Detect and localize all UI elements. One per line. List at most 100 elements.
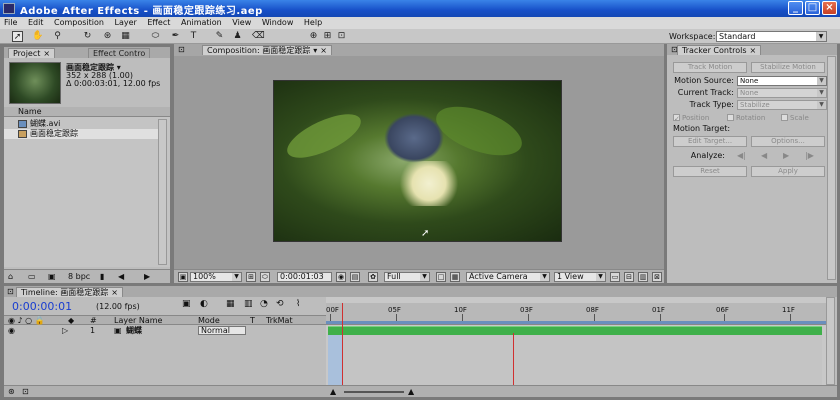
panel-menu-icon[interactable]: ⊡ [7,287,14,296]
motion-source-select[interactable]: None ▼ [737,76,827,86]
interpret-footage-icon[interactable]: ⌂ [8,270,13,284]
track-motion-button[interactable]: Track Motion [673,62,747,73]
mask-view-icon[interactable]: ⬭ [260,272,270,282]
motion-blur-icon[interactable]: ◔ [260,299,268,309]
timeline-layer-row[interactable]: ◉ ▷ 1 ▣ 蝴蝶 Normal [4,326,326,336]
axis-view-icon[interactable]: ⊡ [336,31,347,42]
timeline-scrollbar[interactable] [826,297,835,385]
zoom-in-icon[interactable]: ▲ [408,387,414,396]
timeline-current-time[interactable]: 0:00:00:01 [12,300,72,313]
analyze-back-icon[interactable]: ◀ [761,151,767,160]
current-time-indicator[interactable] [342,303,343,385]
visibility-eye-icon[interactable]: ◉ [8,326,15,336]
current-time-display[interactable]: 0:00:01:03 [277,272,332,282]
graph-editor-icon[interactable]: ⌇ [296,299,300,309]
toggle-modes-icon[interactable]: ⊡ [22,387,29,396]
always-preview-icon[interactable]: ▣ [178,272,188,282]
axis-world-icon[interactable]: ⊞ [322,31,333,42]
tab-timeline[interactable]: Timeline: 画面稳定跟踪 × [16,287,123,297]
trash-icon[interactable]: ▮ [100,270,104,284]
close-icon[interactable]: × [320,46,327,55]
show-snapshot-icon[interactable]: ▤ [350,272,360,282]
orbit-camera-tool-icon[interactable]: ⊛ [102,31,113,42]
toggle-pixel-aspect-icon[interactable]: ▭ [610,272,620,282]
time-ruler[interactable]: 00F 05F 10F 03F 08F 01F 06F 11F [326,303,826,325]
analyze-forward-icon[interactable]: ▶ [783,151,789,160]
reset-button[interactable]: Reset [673,166,747,177]
pen-tool-icon[interactable]: ✒ [170,31,181,42]
analyze-forward-all-icon[interactable]: |▶ [805,151,814,160]
resolution-select[interactable]: Full ▼ [384,272,430,282]
eraser-tool-icon[interactable]: ⌫ [252,31,265,42]
frame-blending-icon[interactable]: ▥ [244,299,253,309]
options-button[interactable]: Options... [751,136,825,147]
scroll-right-icon[interactable]: ▶ [144,270,150,284]
close-icon[interactable]: × [43,49,50,58]
minimize-button[interactable]: _ [788,1,803,15]
new-comp-icon[interactable]: ▣ [48,270,56,284]
safe-zones-icon[interactable]: ⊞ [246,272,256,282]
work-area-bar[interactable] [326,321,826,324]
tab-composition[interactable]: Composition: 画面稳定跟踪 ▾ × [202,45,332,55]
channel-icon[interactable]: ✿ [368,272,378,282]
workspace-select[interactable]: Standard ▼ [716,31,827,42]
menu-file[interactable]: File [0,17,21,29]
analyze-back-all-icon[interactable]: ◀| [737,151,746,160]
menu-help[interactable]: Help [300,17,326,29]
live-update-icon[interactable]: ◐ [200,299,208,309]
tab-project[interactable]: Project × [8,48,56,58]
scale-checkbox[interactable]: Scale [781,114,809,122]
panel-menu-icon[interactable]: ⊡ [178,45,185,54]
menu-composition[interactable]: Composition [50,17,108,29]
position-checkbox[interactable]: ✓ Position [673,114,709,123]
apply-button[interactable]: Apply [751,166,825,177]
close-icon[interactable]: × [111,288,118,297]
close-icon[interactable]: × [750,46,757,55]
toggle-switches-icon[interactable]: ⊛ [8,387,15,396]
column-header-trkmat[interactable]: TrkMat [266,316,293,325]
rotation-checkbox[interactable]: Rotation [727,114,765,122]
new-folder-icon[interactable]: ▭ [28,270,36,284]
transparency-grid-icon[interactable]: ▦ [450,272,460,282]
mask-tool-icon[interactable]: ⬭ [150,31,161,42]
tab-tracker-controls[interactable]: Tracker Controls × [677,45,762,55]
brainstorm-icon[interactable]: ⟲ [276,299,284,309]
draft-3d-icon[interactable]: ▦ [226,299,235,309]
brush-tool-icon[interactable]: ✎ [214,31,225,42]
comp-mini-flowchart-icon[interactable]: ▣ [182,299,191,309]
timeline-icon[interactable]: ▥ [638,272,648,282]
zoom-out-icon[interactable]: ▲ [330,387,336,396]
selection-tool-icon[interactable]: ➚ [12,31,23,42]
composition-viewer[interactable]: ➚ [273,80,562,242]
menu-animation[interactable]: Animation [177,17,226,29]
timeline-track-area[interactable] [328,335,822,385]
hand-tool-icon[interactable]: ✋ [32,31,43,42]
scroll-left-icon[interactable]: ◀ [118,270,124,284]
flowchart-icon[interactable]: ⊠ [652,272,662,282]
project-item-composition[interactable]: 画面稳定跟踪 [4,129,158,139]
clone-stamp-tool-icon[interactable]: ♟ [232,31,243,42]
region-of-interest-icon[interactable]: □ [436,272,446,282]
stabilize-motion-button[interactable]: Stabilize Motion [751,62,825,73]
comp-dropdown-icon[interactable]: ▾ [313,46,317,55]
column-header-layer-name[interactable]: Layer Name [114,316,162,325]
current-track-select[interactable]: None ▼ [737,88,827,98]
axis-local-icon[interactable]: ⊕ [308,31,319,42]
type-tool-icon[interactable]: T [188,31,199,42]
layer-name[interactable]: 蝴蝶 [126,326,142,336]
view-layout-select[interactable]: 1 View ▼ [554,272,606,282]
column-header-mode[interactable]: Mode [198,316,220,325]
zoom-slider[interactable] [344,391,404,393]
edit-target-button[interactable]: Edit Target... [673,136,747,147]
magnification-select[interactable]: 100% ▼ [190,272,242,282]
rotation-tool-icon[interactable]: ↻ [82,31,93,42]
menu-window[interactable]: Window [258,17,298,29]
close-button[interactable]: × [822,1,837,15]
track-type-select[interactable]: Stabilize ▼ [737,100,827,110]
pan-behind-tool-icon[interactable]: ▦ [120,31,131,42]
menu-edit[interactable]: Edit [24,17,48,29]
tab-effect-controls[interactable]: Effect Contro [88,48,151,58]
layer-duration-bar[interactable] [328,326,822,335]
bpc-label[interactable]: 8 bpc [68,270,90,284]
layer-mode-select[interactable]: Normal [198,326,246,335]
